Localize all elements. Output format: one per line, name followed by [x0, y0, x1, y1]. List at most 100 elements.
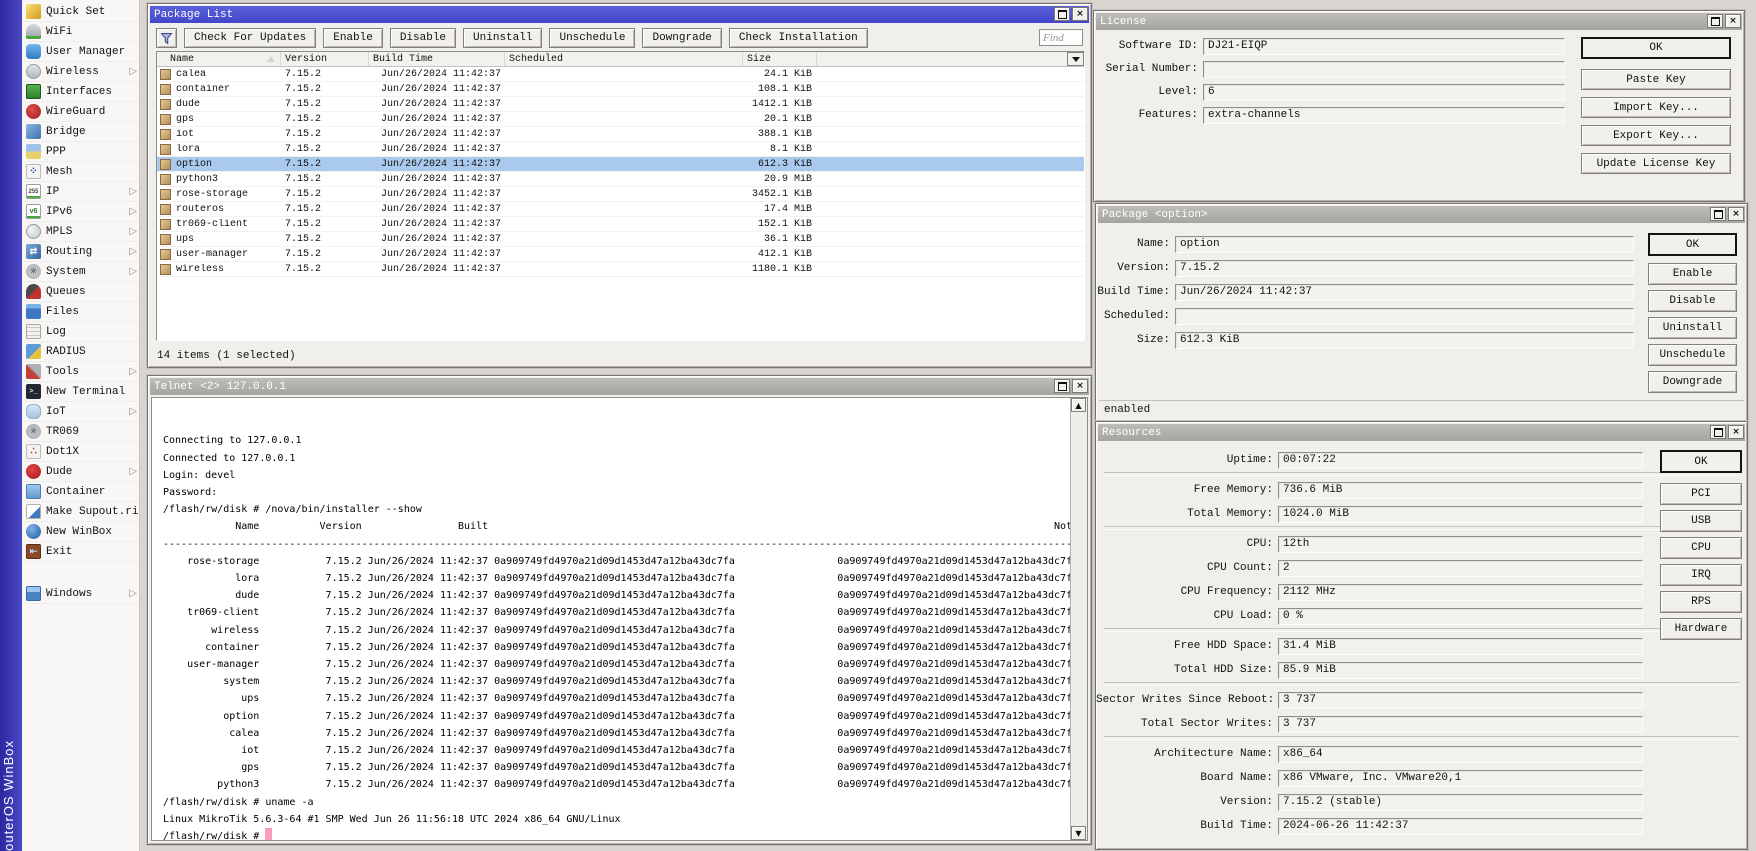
sidebar-item-routing[interactable]: Routing▷	[22, 242, 139, 262]
sidebar-item-interfaces[interactable]: Interfaces	[22, 82, 139, 102]
uninstall-button[interactable]: Uninstall	[463, 28, 542, 48]
package-row-ups[interactable]: ups7.15.2Jun/26/2024 11:42:3736.1 KiB	[157, 232, 1084, 247]
field-scheduled-input[interactable]	[1175, 308, 1634, 325]
column-select-button[interactable]	[1067, 52, 1084, 66]
enable-button[interactable]: Enable	[1648, 263, 1737, 285]
field-version-input[interactable]: 7.15.2 (stable)	[1278, 794, 1643, 811]
titlebar[interactable]: Package <option> ×	[1098, 206, 1745, 223]
field-cpu-input[interactable]: 12th	[1278, 536, 1643, 553]
sidebar-item-queues[interactable]: Queues	[22, 282, 139, 302]
field-version-input[interactable]: 7.15.2	[1175, 260, 1634, 277]
field-architecture-name-input[interactable]: x86_64	[1278, 746, 1643, 763]
package-row-python3[interactable]: python37.15.2Jun/26/2024 11:42:3720.9 Mi…	[157, 172, 1084, 187]
maximize-button[interactable]	[1710, 207, 1726, 221]
sidebar-item-radius[interactable]: RADIUS	[22, 342, 139, 362]
pci-button[interactable]: PCI	[1660, 483, 1742, 505]
close-button[interactable]: ×	[1728, 207, 1744, 221]
field-board-name-input[interactable]: x86 VMware, Inc. VMware20,1	[1278, 770, 1643, 787]
column-header-scheduled[interactable]: Scheduled	[505, 52, 743, 67]
export-key-button[interactable]: Export Key...	[1581, 125, 1731, 146]
close-button[interactable]: ×	[1072, 7, 1088, 21]
irq-button[interactable]: IRQ	[1660, 564, 1742, 586]
field-sector-writes-since-reboot-input[interactable]: 3 737	[1278, 692, 1643, 709]
check-installation-button[interactable]: Check Installation	[729, 28, 868, 48]
titlebar[interactable]: Resources ×	[1098, 424, 1745, 441]
cpu-button[interactable]: CPU	[1660, 537, 1742, 559]
ok-button[interactable]: OK	[1581, 37, 1731, 59]
package-row-option[interactable]: option7.15.2Jun/26/2024 11:42:37612.3 Ki…	[157, 157, 1084, 172]
ok-button[interactable]: OK	[1648, 233, 1737, 256]
terminal-scrollbar[interactable]: ▲ ▼	[1070, 398, 1087, 840]
uninstall-button[interactable]: Uninstall	[1648, 317, 1737, 339]
field-free-hdd-space-input[interactable]: 31.4 MiB	[1278, 638, 1643, 655]
field-build-time-input[interactable]: Jun/26/2024 11:42:37	[1175, 284, 1634, 301]
sidebar-item-ppp[interactable]: PPP	[22, 142, 139, 162]
field-build-time-input[interactable]: 2024-06-26 11:42:37	[1278, 818, 1643, 835]
field-features-input[interactable]: extra-channels	[1203, 107, 1565, 124]
downgrade-button[interactable]: Downgrade	[642, 28, 721, 48]
sidebar-item-quick-set[interactable]: Quick Set	[22, 2, 139, 22]
sidebar-item-new-winbox[interactable]: New WinBox	[22, 522, 139, 542]
sidebar-item-dot1x[interactable]: Dot1X	[22, 442, 139, 462]
sidebar-item-windows[interactable]: Windows▷	[22, 584, 139, 604]
sidebar-item-bridge[interactable]: Bridge	[22, 122, 139, 142]
maximize-button[interactable]	[1054, 7, 1070, 21]
field-level-input[interactable]: 6	[1203, 84, 1565, 101]
close-button[interactable]: ×	[1725, 14, 1741, 28]
sidebar-item-wifi[interactable]: WiFi	[22, 22, 139, 42]
package-row-lora[interactable]: lora7.15.2Jun/26/2024 11:42:378.1 KiB	[157, 142, 1084, 157]
sidebar-item-log[interactable]: Log	[22, 322, 139, 342]
rps-button[interactable]: RPS	[1660, 591, 1742, 613]
package-row-rose-storage[interactable]: rose-storage7.15.2Jun/26/2024 11:42:3734…	[157, 187, 1084, 202]
update-license-key-button[interactable]: Update License Key	[1581, 153, 1731, 174]
close-button[interactable]: ×	[1728, 425, 1744, 439]
field-free-memory-input[interactable]: 736.6 MiB	[1278, 482, 1643, 499]
column-header-size[interactable]: Size	[743, 52, 817, 67]
disable-button[interactable]: Disable	[1648, 290, 1737, 312]
field-cpu-count-input[interactable]: 2	[1278, 560, 1643, 577]
field-cpu-frequency-input[interactable]: 2112 MHz	[1278, 584, 1643, 601]
field-cpu-load-input[interactable]: 0 %	[1278, 608, 1643, 625]
hardware-button[interactable]: Hardware	[1660, 618, 1742, 640]
unschedule-button[interactable]: Unschedule	[1648, 344, 1737, 366]
sidebar-item-new-terminal[interactable]: New Terminal	[22, 382, 139, 402]
paste-key-button[interactable]: Paste Key	[1581, 69, 1731, 90]
close-button[interactable]: ×	[1072, 379, 1088, 393]
unschedule-button[interactable]: Unschedule	[549, 28, 635, 48]
sidebar-item-files[interactable]: Files	[22, 302, 139, 322]
package-row-gps[interactable]: gps7.15.2Jun/26/2024 11:42:3720.1 KiB	[157, 112, 1084, 127]
find-input[interactable]	[1039, 29, 1083, 46]
sidebar-item-make-supout-rif[interactable]: Make Supout.rif	[22, 502, 139, 522]
disable-button[interactable]: Disable	[390, 28, 456, 48]
downgrade-button[interactable]: Downgrade	[1648, 371, 1737, 393]
package-row-container[interactable]: container7.15.2Jun/26/2024 11:42:37108.1…	[157, 82, 1084, 97]
field-software-id-input[interactable]: DJ21-EIQP	[1203, 38, 1565, 55]
field-total-memory-input[interactable]: 1024.0 MiB	[1278, 506, 1643, 523]
sidebar-item-tools[interactable]: Tools▷	[22, 362, 139, 382]
sidebar-item-container[interactable]: Container	[22, 482, 139, 502]
usb-button[interactable]: USB	[1660, 510, 1742, 532]
sidebar-item-ip[interactable]: IP▷	[22, 182, 139, 202]
package-row-wireless[interactable]: wireless7.15.2Jun/26/2024 11:42:371180.1…	[157, 262, 1084, 277]
sidebar-item-mpls[interactable]: MPLS▷	[22, 222, 139, 242]
titlebar[interactable]: License ×	[1096, 13, 1742, 30]
maximize-button[interactable]	[1054, 379, 1070, 393]
package-row-tr069-client[interactable]: tr069-client7.15.2Jun/26/2024 11:42:3715…	[157, 217, 1084, 232]
ok-button[interactable]: OK	[1660, 450, 1742, 473]
package-row-calea[interactable]: calea7.15.2Jun/26/2024 11:42:3724.1 KiB	[157, 67, 1084, 82]
terminal-output[interactable]: Connecting to 127.0.0.1 Connected to 127…	[152, 398, 1087, 841]
sidebar-item-tr069[interactable]: TR069	[22, 422, 139, 442]
field-size-input[interactable]: 612.3 KiB	[1175, 332, 1634, 349]
filter-button[interactable]	[156, 28, 177, 48]
package-row-user-manager[interactable]: user-manager7.15.2Jun/26/2024 11:42:3741…	[157, 247, 1084, 262]
sidebar-item-exit[interactable]: Exit	[22, 542, 139, 562]
maximize-button[interactable]	[1710, 425, 1726, 439]
field-serial-number-input[interactable]	[1203, 61, 1565, 78]
field-uptime-input[interactable]: 00:07:22	[1278, 452, 1643, 469]
enable-button[interactable]: Enable	[323, 28, 383, 48]
package-row-iot[interactable]: iot7.15.2Jun/26/2024 11:42:37388.1 KiB	[157, 127, 1084, 142]
scroll-down-button[interactable]: ▼	[1071, 826, 1086, 840]
sidebar-item-system[interactable]: System▷	[22, 262, 139, 282]
titlebar[interactable]: Package List ×	[150, 6, 1089, 23]
titlebar[interactable]: Telnet <2> 127.0.0.1 ×	[150, 378, 1089, 395]
